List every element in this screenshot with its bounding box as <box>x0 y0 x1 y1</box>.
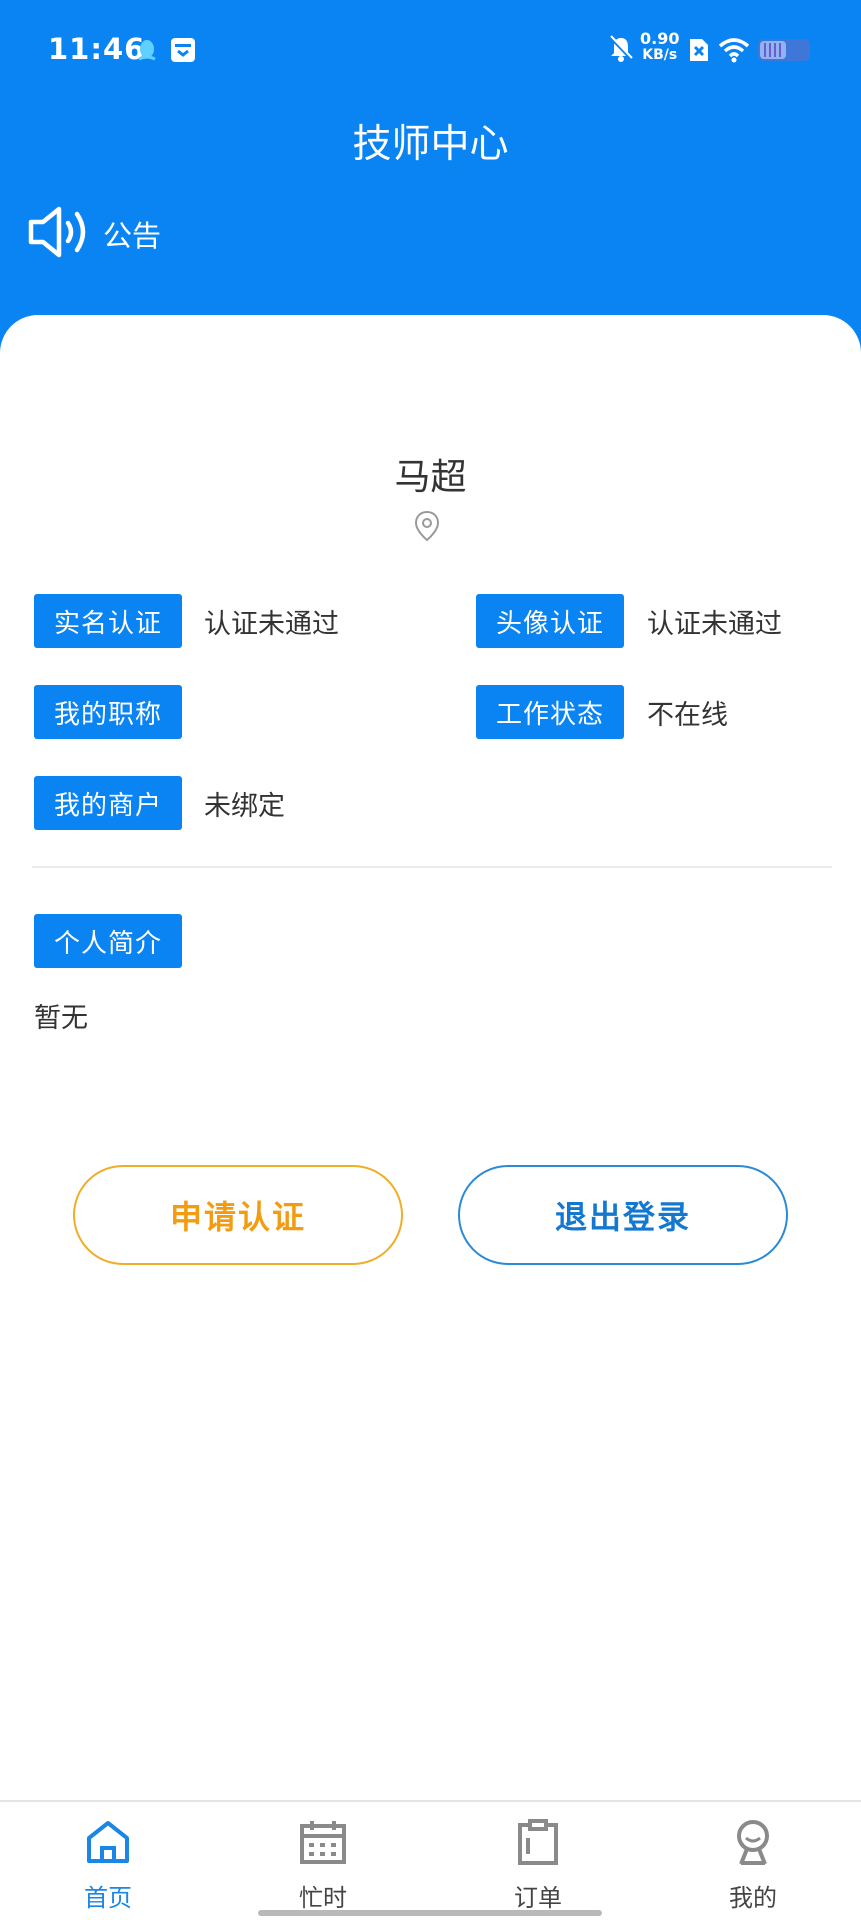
tab-home-label: 首页 <box>84 1884 132 1912</box>
status-time: 11:46 <box>48 32 146 66</box>
home-icon <box>87 1821 129 1863</box>
announcement[interactable]: 公告 <box>27 206 161 262</box>
intro-tag: 个人简介 <box>34 914 182 968</box>
tab-orders-label: 订单 <box>514 1884 562 1912</box>
speaker-icon <box>27 204 93 264</box>
tab-orders[interactable]: 订单 <box>468 1802 608 1920</box>
tab-busy-time-label: 忙时 <box>299 1884 347 1912</box>
announcement-label: 公告 <box>103 219 162 253</box>
work-status-tag: 工作状态 <box>476 685 624 739</box>
user-icon <box>737 1820 769 1865</box>
job-title-tag: 我的职称 <box>34 685 182 739</box>
home-indicator[interactable] <box>258 1910 602 1916</box>
app-notification-icon <box>170 37 196 67</box>
sim-off-icon <box>688 37 710 67</box>
realname-auth-value: 认证未通过 <box>204 608 339 640</box>
tab-mine-label: 我的 <box>729 1884 777 1912</box>
logout-button[interactable]: 退出登录 <box>458 1165 788 1265</box>
network-speed: 0.90 KB/s <box>640 29 680 64</box>
tab-bar: 首页 忙时 订单 我的 <box>0 1800 861 1920</box>
clipboard-icon <box>518 1819 558 1865</box>
tab-busy-time[interactable]: 忙时 <box>253 1802 393 1920</box>
qq-icon <box>137 37 157 67</box>
page-title: 技师中心 <box>352 122 509 167</box>
net-speed-unit: KB/s <box>642 47 678 63</box>
avatar-auth-tag: 头像认证 <box>476 594 624 648</box>
wifi-icon <box>718 37 750 67</box>
tab-mine[interactable]: 我的 <box>683 1802 823 1920</box>
intro-text: 暂无 <box>34 1003 88 1034</box>
header: 11:46 0.90 KB/s 技师中心 公告 <box>0 0 861 360</box>
status-bar: 11:46 0.90 KB/s <box>0 30 861 70</box>
tab-home[interactable]: 首页 <box>38 1802 178 1920</box>
work-status-value: 不在线 <box>647 699 728 731</box>
net-speed-value: 0.90 <box>640 29 680 48</box>
technician-name: 马超 <box>394 457 467 498</box>
merchant-tag: 我的商户 <box>34 776 182 830</box>
bell-muted-icon <box>608 35 634 67</box>
avatar-auth-value: 认证未通过 <box>647 608 782 640</box>
realname-auth-tag: 实名认证 <box>34 594 182 648</box>
location-pin-icon <box>414 510 440 546</box>
apply-certification-button[interactable]: 申请认证 <box>73 1165 403 1265</box>
merchant-value: 未绑定 <box>204 790 285 822</box>
calendar-icon <box>300 1821 346 1864</box>
divider <box>32 866 832 868</box>
battery-icon <box>757 38 813 66</box>
